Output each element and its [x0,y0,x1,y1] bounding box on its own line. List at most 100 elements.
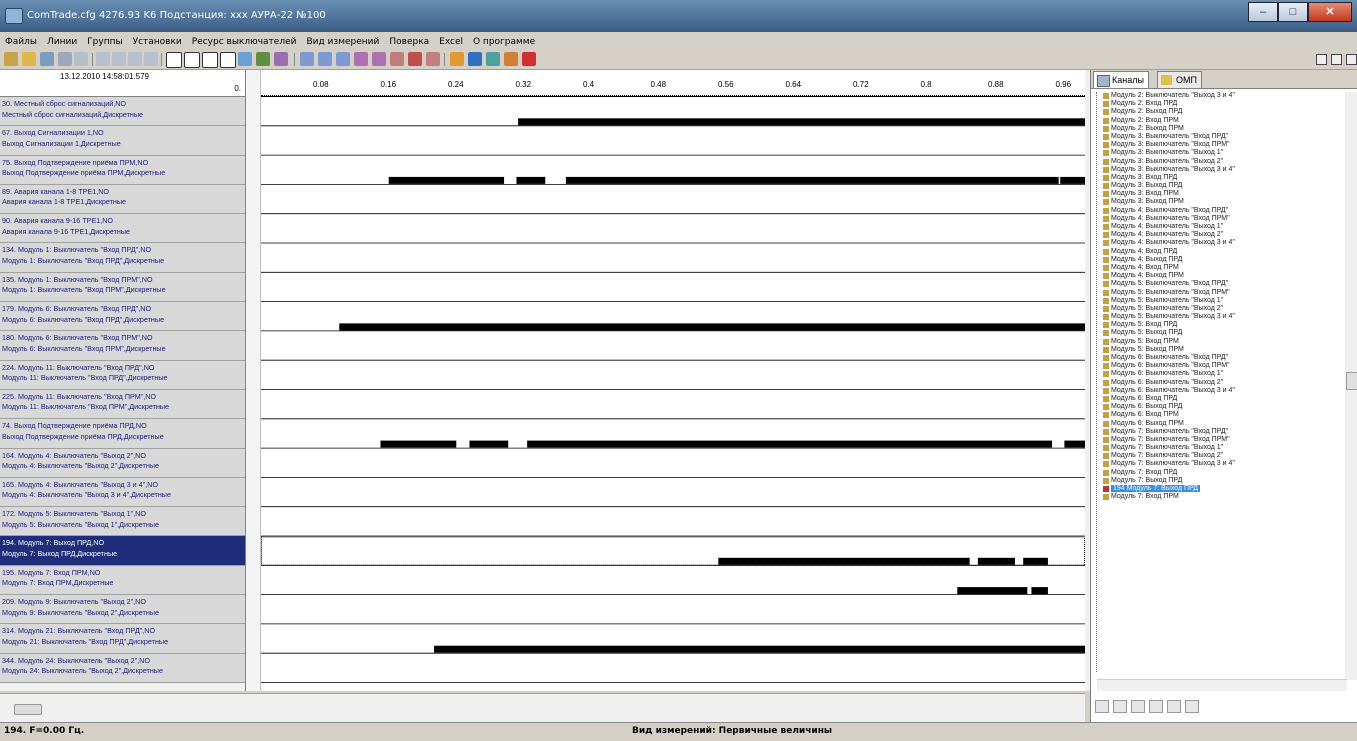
tree-item[interactable]: Модуль 4: Выход ПРМ [1097,272,1337,280]
collapse-horizontal-icon[interactable] [184,52,200,68]
tree-item[interactable]: Модуль 6: Вход ПРД [1097,395,1337,403]
tree-item[interactable]: Модуль 7: Выключатель "Выход 1" [1097,444,1337,452]
tree-item[interactable]: Модуль 3: Вход ПРМ [1097,190,1337,198]
tree-item[interactable]: Модуль 3: Выключатель "Выход 2" [1097,158,1337,166]
menu-files[interactable]: Файлы [0,37,42,47]
expand-horizontal-icon[interactable] [166,52,182,68]
tree-item[interactable]: Модуль 3: Вход ПРД [1097,174,1337,182]
tree-item[interactable]: Модуль 5: Выключатель "Выход 2" [1097,305,1337,313]
copy-icon[interactable] [504,52,518,66]
oscillogram-plot[interactable]: 0.08 0.16 0.24 0.32 0.4 0.48 0.56 0.64 0.72 0.8 0.… [261,70,1085,691]
tree-item[interactable]: Модуль 7: Выключатель "Вход ПРД" [1097,428,1337,436]
marker-1-icon[interactable] [300,52,314,66]
channel-row[interactable]: 89. Авария канала 1-8 ТРЕ1,NO Авария кана… [0,184,245,215]
tree-item[interactable]: Модуль 7: Выключатель "Выход 2" [1097,452,1337,460]
tree-item[interactable]: Модуль 6: Выключатель "Вход ПРМ" [1097,362,1337,370]
tree-item[interactable]: Модуль 5: Выход ПРД [1097,329,1337,337]
tree-item[interactable]: Модуль 4: Выключатель "Выход 2" [1097,231,1337,239]
channel-row[interactable]: 224. Модуль 11: Выключатель "Вход ПРД",N… [0,360,245,390]
signal-tracks[interactable] [261,97,1085,691]
align-center-icon[interactable] [112,52,126,66]
mdi-restore-icon[interactable] [1331,54,1342,65]
tree-item[interactable]: Модуль 3: Выключатель "Вход ПРД" [1097,133,1337,141]
tree-item[interactable]: Модуль 5: Выключатель "Выход 3 и 4" [1097,313,1337,321]
tree-item[interactable]: Модуль 6: Выключатель "Выход 3 и 4" [1097,387,1337,395]
clear-markers-icon[interactable] [426,52,440,66]
align-justify-icon[interactable] [144,52,158,66]
tree-item[interactable]: Модуль 6: Вход ПРМ [1097,411,1337,419]
tree-item[interactable]: Модуль 5: Вход ПРМ [1097,338,1337,346]
marker-4-icon[interactable] [354,52,368,66]
expand-vertical-icon[interactable] [202,52,218,68]
collapse-vertical-icon[interactable] [220,52,236,68]
measure-icon[interactable] [390,52,404,66]
tree-item[interactable]: Модуль 7: Выключатель "Выход 3 и 4" [1097,460,1337,468]
marker-5-icon[interactable] [372,52,386,66]
align-right-icon[interactable] [128,52,142,66]
menu-lines[interactable]: Линии [42,37,82,47]
channel-row[interactable]: 179. Модуль 6: Выключатель "Вход ПРД",NO… [0,302,245,332]
tree-item[interactable]: Модуль 7: Вход ПРД [1097,469,1337,477]
channel-row[interactable]: 30. Местный сброс сигнализаций,NO Местный… [0,97,245,127]
close-button[interactable]: ✕ [1308,2,1352,22]
channel-row[interactable]: 314. Модуль 21: Выключатель "Вход ПРД",N… [0,624,245,654]
channel-row[interactable]: 134. Модуль 1: Выключатель "Вход ПРД",NO… [0,243,245,273]
tree-item[interactable]: Модуль 4: Вход ПРМ [1097,264,1337,272]
view-list-icon[interactable] [1095,700,1109,713]
tree-item[interactable]: Модуль 6: Выход ПРД [1097,403,1337,411]
horizontal-scroll-thumb[interactable] [14,704,42,715]
screen-icon[interactable] [274,52,288,66]
minimize-button[interactable]: – [1248,2,1278,22]
vector-icon[interactable] [450,52,464,66]
tree-scroll-thumb[interactable] [1346,372,1357,390]
fault-locator-icon[interactable] [522,52,536,66]
tree-item[interactable]: Модуль 4: Выход ПРД [1097,256,1337,264]
view-tiles-icon[interactable] [1131,700,1145,713]
view-details-icon[interactable] [1113,700,1127,713]
tree-item[interactable]: Модуль 2: Вход ПРМ [1097,117,1337,125]
tree-item[interactable]: Модуль 2: Выключатель "Выход 3 и 4" [1097,92,1337,100]
tree-item[interactable]: Модуль 2: Выход ПРД [1097,108,1337,116]
tree-item[interactable]: Модуль 5: Выключатель "Вход ПРД" [1097,280,1337,288]
channel-row[interactable]: 74. Выход Подтверждение приёма ПРД,NO Вых… [0,419,245,449]
tree-item[interactable]: Модуль 4: Выключатель "Выход 3 и 4" [1097,239,1337,247]
tree-item[interactable]: Модуль 7: Выключатель "Вход ПРМ" [1097,436,1337,444]
tree-horizontal-scrollbar[interactable] [1097,679,1347,691]
tree-item[interactable]: Модуль 6: Выключатель "Выход 2" [1097,379,1337,387]
tree-item[interactable]: Модуль 2: Вход ПРД [1097,100,1337,108]
menu-measurement-view[interactable]: Вид измерений [301,37,384,47]
marker-3-icon[interactable] [336,52,350,66]
zoom-out-icon[interactable] [74,52,88,66]
mdi-close-icon[interactable] [1346,54,1357,65]
tree-item[interactable]: Модуль 4: Вход ПРД [1097,248,1337,256]
view-filter-icon[interactable] [1167,700,1181,713]
tree-item[interactable]: Модуль 3: Выключатель "Выход 1" [1097,149,1337,157]
open-folder-icon[interactable] [22,52,36,66]
menu-about[interactable]: О программе [468,37,540,47]
menu-settings[interactable]: Установки [128,37,187,47]
menu-verification[interactable]: Поверка [384,37,434,47]
tree-item[interactable]: Модуль 6: Выключатель "Выход 1" [1097,370,1337,378]
channel-row[interactable]: 209. Модуль 9: Выключатель "Выход 2",NO М… [0,595,245,625]
channel-row[interactable]: 67. Выход Сигнализации 1,NO Выход Сигнали… [0,126,245,156]
tree-item-selected[interactable]: 194 Модуль 7: Выход ПРД [1097,485,1337,493]
tree-item[interactable]: Модуль 4: Выключатель "Вход ПРД" [1097,207,1337,215]
tree-item[interactable]: Модуль 4: Выключатель "Вход ПРМ" [1097,215,1337,223]
tree-item[interactable]: Модуль 3: Выключатель "Вход ПРМ" [1097,141,1337,149]
tree-item[interactable]: Модуль 5: Вход ПРД [1097,321,1337,329]
tree-item[interactable]: Модуль 3: Выход ПРД [1097,182,1337,190]
properties-icon[interactable] [40,52,54,66]
tree-item[interactable]: Модуль 5: Выключатель "Вход ПРМ" [1097,289,1337,297]
channel-row[interactable]: 195. Модуль 7: Вход ПРМ,NO Модуль 7: Вход… [0,565,245,596]
tree-item[interactable]: Модуль 6: Выход ПРМ [1097,420,1337,428]
view-group-icon[interactable] [1149,700,1163,713]
mdi-minimize-icon[interactable] [1316,54,1327,65]
channel-row[interactable]: 225. Модуль 11: Выключатель "Вход ПРМ",N… [0,389,245,420]
harmonics-icon[interactable] [486,52,500,66]
chart-icon[interactable] [256,52,270,66]
menu-excel[interactable]: Excel [434,37,468,47]
tree-item[interactable]: Модуль 7: Вход ПРМ [1097,493,1337,501]
menu-breaker-resource[interactable]: Ресурс выключателей [187,37,302,47]
view-export-icon[interactable] [1185,700,1199,713]
channel-row[interactable]: 165. Модуль 4: Выключатель "Выход 3 и 4"… [0,477,245,508]
